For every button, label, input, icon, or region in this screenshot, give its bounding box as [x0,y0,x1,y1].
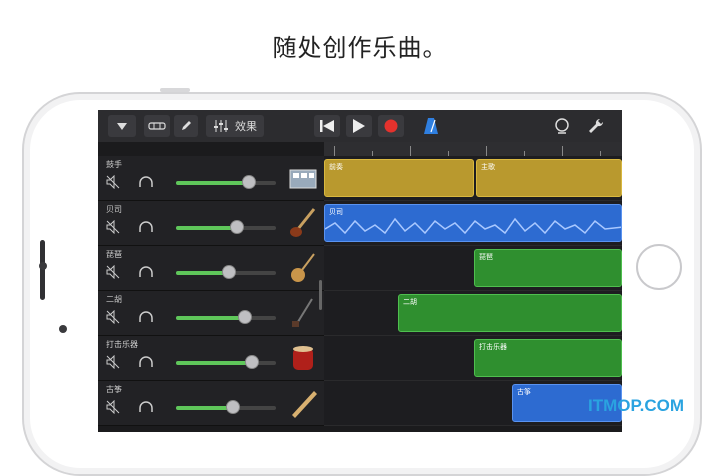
garageband-screen: 效果 鼓手 贝司 琵琶 二胡 打击乐器 古筝 前奏 主歌 贝司 琵琶 二胡 打击… [98,110,622,432]
toolbar: 效果 [98,110,622,142]
region-label: 前奏 [329,163,343,171]
track-header-percussion[interactable]: 打击乐器 [98,336,324,381]
effects-label: 效果 [235,120,257,133]
headphones-icon[interactable] [138,355,154,369]
track-header-erhu[interactable]: 二胡 [98,291,324,336]
region-label: 打击乐器 [479,343,507,351]
track-scrollbar[interactable] [319,280,322,310]
region-drums-intro[interactable]: 前奏 [324,159,474,197]
mute-icon[interactable] [106,355,120,369]
ruler-tick [562,146,563,156]
mixer-icon [214,120,228,132]
region-label: 二胡 [403,298,417,306]
mute-icon[interactable] [106,400,120,414]
volume-knob[interactable] [242,175,256,189]
lane-percussion[interactable]: 打击乐器 [324,336,622,381]
track-header-guzheng[interactable]: 古筝 [98,381,324,426]
ruler-tick [410,146,411,156]
region-pipa[interactable]: 琵琶 [474,249,622,287]
pencil-button[interactable] [174,115,198,137]
record-icon [384,119,398,133]
pipa-icon[interactable] [288,252,318,284]
headphones-icon[interactable] [138,175,154,189]
lane-pipa[interactable]: 琵琶 [324,246,622,291]
watermark: ITMOP.COM [588,396,685,415]
rewind-button[interactable] [314,115,340,137]
headphones-icon[interactable] [138,220,154,234]
region-bass[interactable]: 贝司 [324,204,622,242]
caption: 随处创作乐曲。 [272,34,448,62]
mute-icon[interactable] [106,310,120,324]
play-icon [353,119,365,133]
track-header-bass[interactable]: 贝司 [98,201,324,246]
volume-slider[interactable] [176,265,276,279]
loop-icon [555,118,569,134]
dropdown-triangle-icon [117,122,127,130]
lane-drums[interactable]: 前奏 主歌 [324,156,622,201]
volume-slider[interactable] [176,220,276,234]
ruler-tick [334,146,335,156]
region-label: 主歌 [481,163,495,171]
play-button[interactable] [346,115,372,137]
phone-sensor [39,262,47,270]
track-name: 琵琶 [106,250,122,259]
mute-icon[interactable] [106,265,120,279]
track-name: 贝司 [106,205,122,214]
chinese-drum-icon[interactable] [288,342,318,374]
timeline-ruler[interactable] [324,142,622,157]
track-name: 打击乐器 [106,340,138,349]
guzheng-icon[interactable] [288,387,318,419]
region-percussion[interactable]: 打击乐器 [474,339,622,377]
mute-icon[interactable] [106,175,120,189]
lane-erhu[interactable]: 二胡 [324,291,622,336]
tracks-view-icon [148,122,166,130]
volume-slider[interactable] [176,355,276,369]
rewind-icon [320,120,334,132]
volume-knob[interactable] [245,355,259,369]
phone-camera [59,325,67,333]
volume-slider[interactable] [176,175,276,189]
volume-slider[interactable] [176,310,276,324]
region-erhu[interactable]: 二胡 [398,294,622,332]
volume-knob[interactable] [226,400,240,414]
track-name: 二胡 [106,295,122,304]
region-drums-verse[interactable]: 主歌 [476,159,622,197]
menu-button[interactable] [108,115,136,137]
mute-icon[interactable] [106,220,120,234]
volume-knob[interactable] [238,310,252,324]
home-button[interactable] [636,244,682,290]
ruler-tick [486,146,487,156]
settings-button[interactable] [584,115,608,137]
loop-browser-button[interactable] [550,115,574,137]
headphones-icon[interactable] [138,265,154,279]
metronome-icon [424,118,438,134]
volume-slider[interactable] [176,400,276,414]
headphones-icon[interactable] [138,310,154,324]
phone-side-button [160,88,190,92]
track-name: 古筝 [106,385,122,394]
region-label: 古筝 [517,388,531,396]
drum-machine-icon[interactable] [288,162,318,194]
waveform [325,217,621,235]
record-button[interactable] [378,115,404,137]
volume-knob[interactable] [230,220,244,234]
phone-speaker [40,240,45,300]
erhu-icon[interactable] [288,297,318,329]
metronome-button[interactable] [418,115,444,137]
track-header-drums[interactable]: 鼓手 [98,156,324,201]
track-header-pipa[interactable]: 琵琶 [98,246,324,291]
bass-guitar-icon[interactable] [288,207,318,239]
headphones-icon[interactable] [138,400,154,414]
lane-guzheng[interactable]: 古筝 [324,381,622,426]
mixer-effects-button[interactable]: 效果 [206,115,264,137]
lane-bass[interactable]: 贝司 [324,201,622,246]
wrench-icon [589,118,604,133]
volume-knob[interactable] [222,265,236,279]
pencil-icon [182,121,191,130]
tracks-view-button[interactable] [144,115,170,137]
track-name: 鼓手 [106,160,122,169]
region-label: 琵琶 [479,253,493,261]
